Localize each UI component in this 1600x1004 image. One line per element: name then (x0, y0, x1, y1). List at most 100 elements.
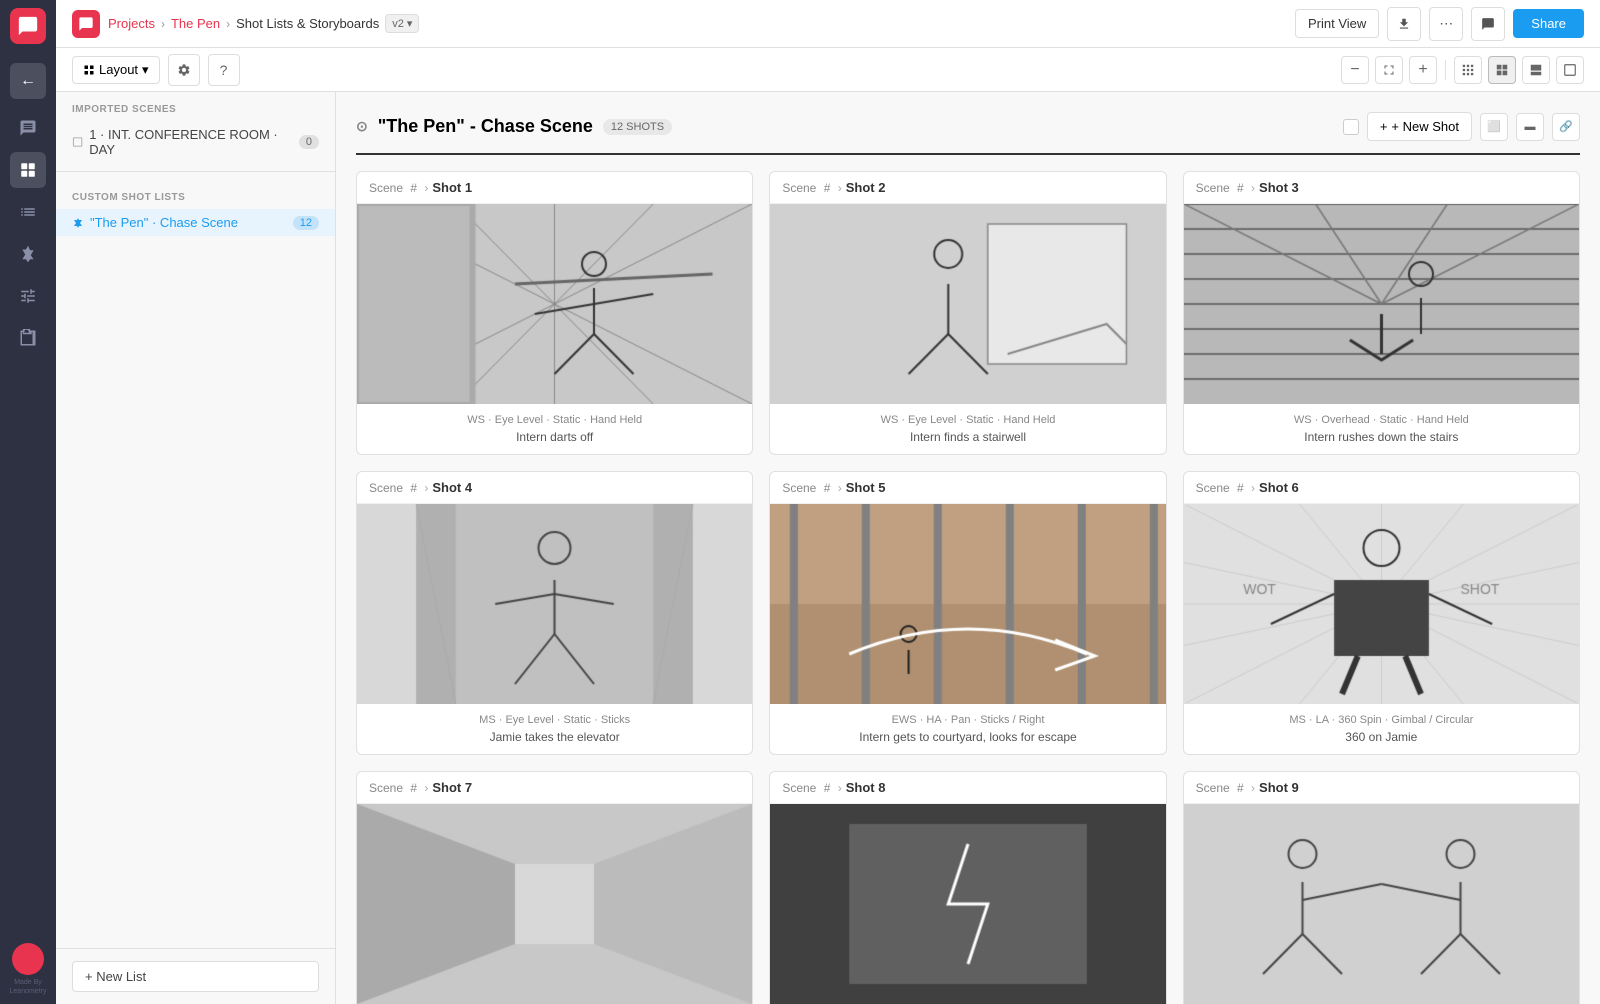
imported-scenes-title: IMPORTED SCENES (56, 92, 335, 121)
shot-card[interactable]: Scene # › Shot 2 WS · Eye Level · Static… (769, 171, 1166, 455)
shot-label: Shot 8 (846, 780, 886, 795)
shot-description: Intern gets to courtyard, looks for esca… (782, 730, 1153, 744)
breadcrumb-projects[interactable]: Projects (108, 16, 155, 31)
select-all-checkbox[interactable] (1343, 119, 1359, 135)
shot-card[interactable]: Scene # › Shot 1 WS · Eye Level · Static… (356, 171, 753, 455)
view-grid-small-button[interactable] (1454, 56, 1482, 84)
shot-number-symbol: # (407, 481, 420, 495)
shots-badge: 12 SHOTS (603, 119, 672, 135)
shot-info: WS · Eye Level · Static · Hand Held Inte… (770, 404, 1165, 454)
new-shot-button[interactable]: + + New Shot (1367, 112, 1472, 141)
view-grid-medium-button[interactable] (1488, 56, 1516, 84)
shot-number-symbol: # (820, 781, 833, 795)
nav-back-icon[interactable]: ← (10, 63, 46, 99)
layout-label: Layout (99, 62, 138, 77)
print-view-button[interactable]: Print View (1295, 9, 1379, 38)
shot-link-button[interactable]: 🔗 (1552, 113, 1580, 141)
shot-scene-label: Scene (1196, 781, 1230, 795)
view-grid-large-button[interactable] (1522, 56, 1550, 84)
shots-area: ⊙ "The Pen" - Chase Scene 12 SHOTS + + N… (336, 92, 1600, 1004)
fit-view-button[interactable] (1375, 56, 1403, 84)
shot-card-header: Scene # › Shot 5 (770, 472, 1165, 504)
custom-shot-lists-title: CUSTOM SHOT LISTS (56, 180, 335, 209)
shot-scene-label: Scene (1196, 181, 1230, 195)
shot-card[interactable]: Scene # › Shot 8 (769, 771, 1166, 1004)
nav-bar: ← Made By Leanometry (0, 0, 56, 1004)
shot-description: Jamie takes the elevator (369, 730, 740, 744)
shot-card[interactable]: Scene # › Shot 4 MS · Eye Level · Static… (356, 471, 753, 755)
toolbar-left: Layout ▾ ? (72, 54, 240, 86)
help-button[interactable]: ? (208, 54, 240, 86)
shot-image (357, 204, 752, 404)
scene-icon: ⊙ (356, 118, 368, 135)
shot-description: Intern finds a stairwell (782, 430, 1153, 444)
shots-grid: Scene # › Shot 1 WS · Eye Level · Static… (356, 171, 1580, 1004)
shot-card-header: Scene # › Shot 1 (357, 172, 752, 204)
shot-number-symbol: # (1234, 181, 1247, 195)
layout-button[interactable]: Layout ▾ (72, 56, 160, 84)
shot-arrow: › (838, 781, 842, 795)
sidebar-bottom: + New List (56, 948, 335, 1004)
sidebar-item-chase-scene[interactable]: "The Pen" · Chase Scene 12 (56, 209, 335, 236)
more-options-button[interactable]: ⋯ (1429, 7, 1463, 41)
header-logo (72, 10, 100, 38)
shot-description: Intern rushes down the stairs (1196, 430, 1567, 444)
nav-list-icon[interactable] (10, 194, 46, 230)
layout-chevron: ▾ (142, 62, 149, 78)
shot-image (1184, 804, 1579, 1004)
shot-image (770, 504, 1165, 704)
nav-filter-icon[interactable] (10, 278, 46, 314)
nav-book-icon[interactable] (10, 320, 46, 356)
breadcrumb-pen[interactable]: The Pen (171, 16, 220, 31)
shot-arrow: › (1251, 181, 1255, 195)
version-badge[interactable]: v2 ▾ (385, 14, 419, 33)
shot-view-wide-button[interactable]: ⬜ (1480, 113, 1508, 141)
download-button[interactable] (1387, 7, 1421, 41)
shot-card-header: Scene # › Shot 7 (357, 772, 752, 804)
shot-canvas (357, 804, 752, 1004)
shot-tags: WS · Eye Level · Static · Hand Held (369, 414, 740, 426)
shot-image (357, 804, 752, 1004)
zoom-out-button[interactable]: − (1341, 56, 1369, 84)
shot-image (770, 204, 1165, 404)
shot-info: WS · Overhead · Static · Hand Held Inter… (1184, 404, 1579, 454)
shot-view-medium-button[interactable]: ▬ (1516, 113, 1544, 141)
secondary-toolbar: Layout ▾ ? − + (56, 48, 1600, 92)
sidebar-item-conference-room[interactable]: 1 · INT. CONFERENCE ROOM · DAY 0 (56, 121, 335, 163)
shot-description: 360 on Jamie (1196, 730, 1567, 744)
shot-label: Shot 3 (1259, 180, 1299, 195)
shot-card[interactable]: Scene # › Shot 9 (1183, 771, 1580, 1004)
shot-card-header: Scene # › Shot 6 (1184, 472, 1579, 504)
sidebar-shot-list-name: "The Pen" · Chase Scene (90, 215, 238, 230)
breadcrumb: Projects › The Pen › Shot Lists & Storyb… (108, 14, 419, 33)
shot-tags: EWS · HA · Pan · Sticks / Right (782, 714, 1153, 726)
sidebar-scene-count: 0 (299, 135, 319, 149)
shot-card[interactable]: Scene # › Shot 3 WS · Overhead · Static … (1183, 171, 1580, 455)
zoom-in-button[interactable]: + (1409, 56, 1437, 84)
shots-header-actions: + + New Shot ⬜ ▬ 🔗 (1343, 112, 1580, 141)
nav-chat-icon[interactable] (10, 110, 46, 146)
breadcrumb-sep-2: › (226, 17, 230, 31)
main-content: Projects › The Pen › Shot Lists & Storyb… (56, 0, 1600, 1004)
user-avatar[interactable] (12, 943, 44, 975)
shot-card[interactable]: Scene # › Shot 6 MS · LA · 360 Spin · Gi… (1183, 471, 1580, 755)
shot-canvas (1184, 804, 1579, 1004)
settings-button[interactable] (168, 54, 200, 86)
shot-label: Shot 6 (1259, 480, 1299, 495)
view-list-button[interactable] (1556, 56, 1584, 84)
shot-scene-label: Scene (369, 481, 403, 495)
sidebar-shot-list-count: 12 (293, 216, 319, 230)
nav-scene-icon[interactable] (10, 236, 46, 272)
shot-card[interactable]: Scene # › Shot 7 (356, 771, 753, 1004)
share-button[interactable]: Share (1513, 9, 1584, 38)
new-list-button[interactable]: + New List (72, 961, 319, 992)
sidebar-scene-name: 1 · INT. CONFERENCE ROOM · DAY (89, 127, 293, 157)
nav-storyboard-icon[interactable] (10, 152, 46, 188)
sidebar: IMPORTED SCENES 1 · INT. CONFERENCE ROOM… (56, 92, 336, 1004)
shot-label: Shot 9 (1259, 780, 1299, 795)
content-area: IMPORTED SCENES 1 · INT. CONFERENCE ROOM… (56, 92, 1600, 1004)
shot-number-symbol: # (820, 181, 833, 195)
app-logo[interactable] (10, 8, 46, 44)
comment-button[interactable] (1471, 7, 1505, 41)
shot-card[interactable]: Scene # › Shot 5 EWS · HA · Pan · Sticks… (769, 471, 1166, 755)
